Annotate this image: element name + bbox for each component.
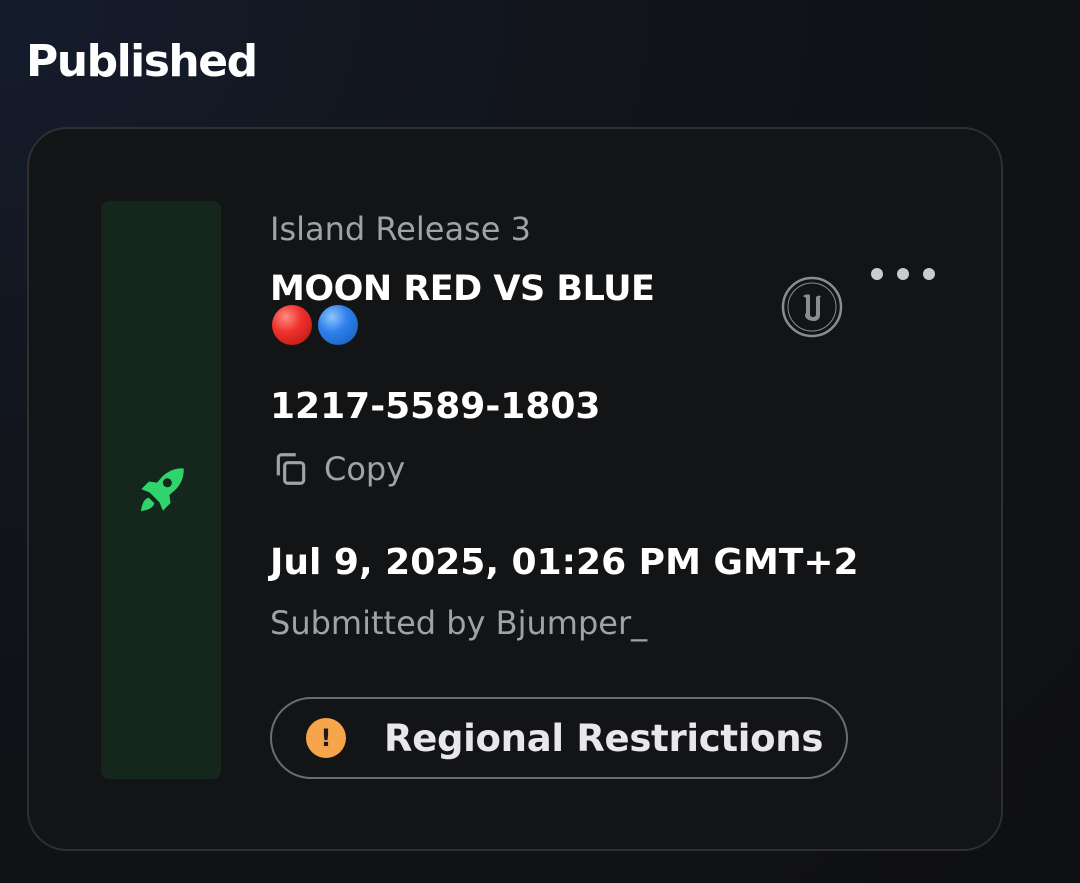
release-label: Island Release 3 xyxy=(270,210,531,248)
copy-icon xyxy=(276,453,306,485)
release-card: Island Release 3 MOON RED VS BLUE 1217-5… xyxy=(27,127,1003,851)
more-options-button[interactable] xyxy=(871,259,935,289)
copy-button[interactable]: Copy xyxy=(272,447,405,491)
warning-icon: ! xyxy=(306,718,346,758)
title-emojis xyxy=(272,305,358,345)
rocket-icon xyxy=(140,468,184,512)
regional-restrictions-label: Regional Restrictions xyxy=(384,716,824,760)
more-dot-icon xyxy=(923,268,935,280)
section-title: Published xyxy=(26,36,258,87)
submitted-by: Submitted by Bjumper_ xyxy=(270,604,648,642)
more-dot-icon xyxy=(871,268,883,280)
publish-date: Jul 9, 2025, 01:26 PM GMT+2 xyxy=(270,542,859,583)
copy-label: Copy xyxy=(324,450,406,488)
red-circle-icon xyxy=(272,305,312,345)
island-title: MOON RED VS BLUE xyxy=(270,269,655,309)
unreal-engine-icon xyxy=(781,276,843,338)
blue-circle-icon xyxy=(318,305,358,345)
more-dot-icon xyxy=(897,268,909,280)
release-thumbnail xyxy=(101,201,221,779)
island-code: 1217-5589-1803 xyxy=(270,386,601,427)
regional-restrictions-button[interactable]: ! Regional Restrictions xyxy=(270,697,848,779)
